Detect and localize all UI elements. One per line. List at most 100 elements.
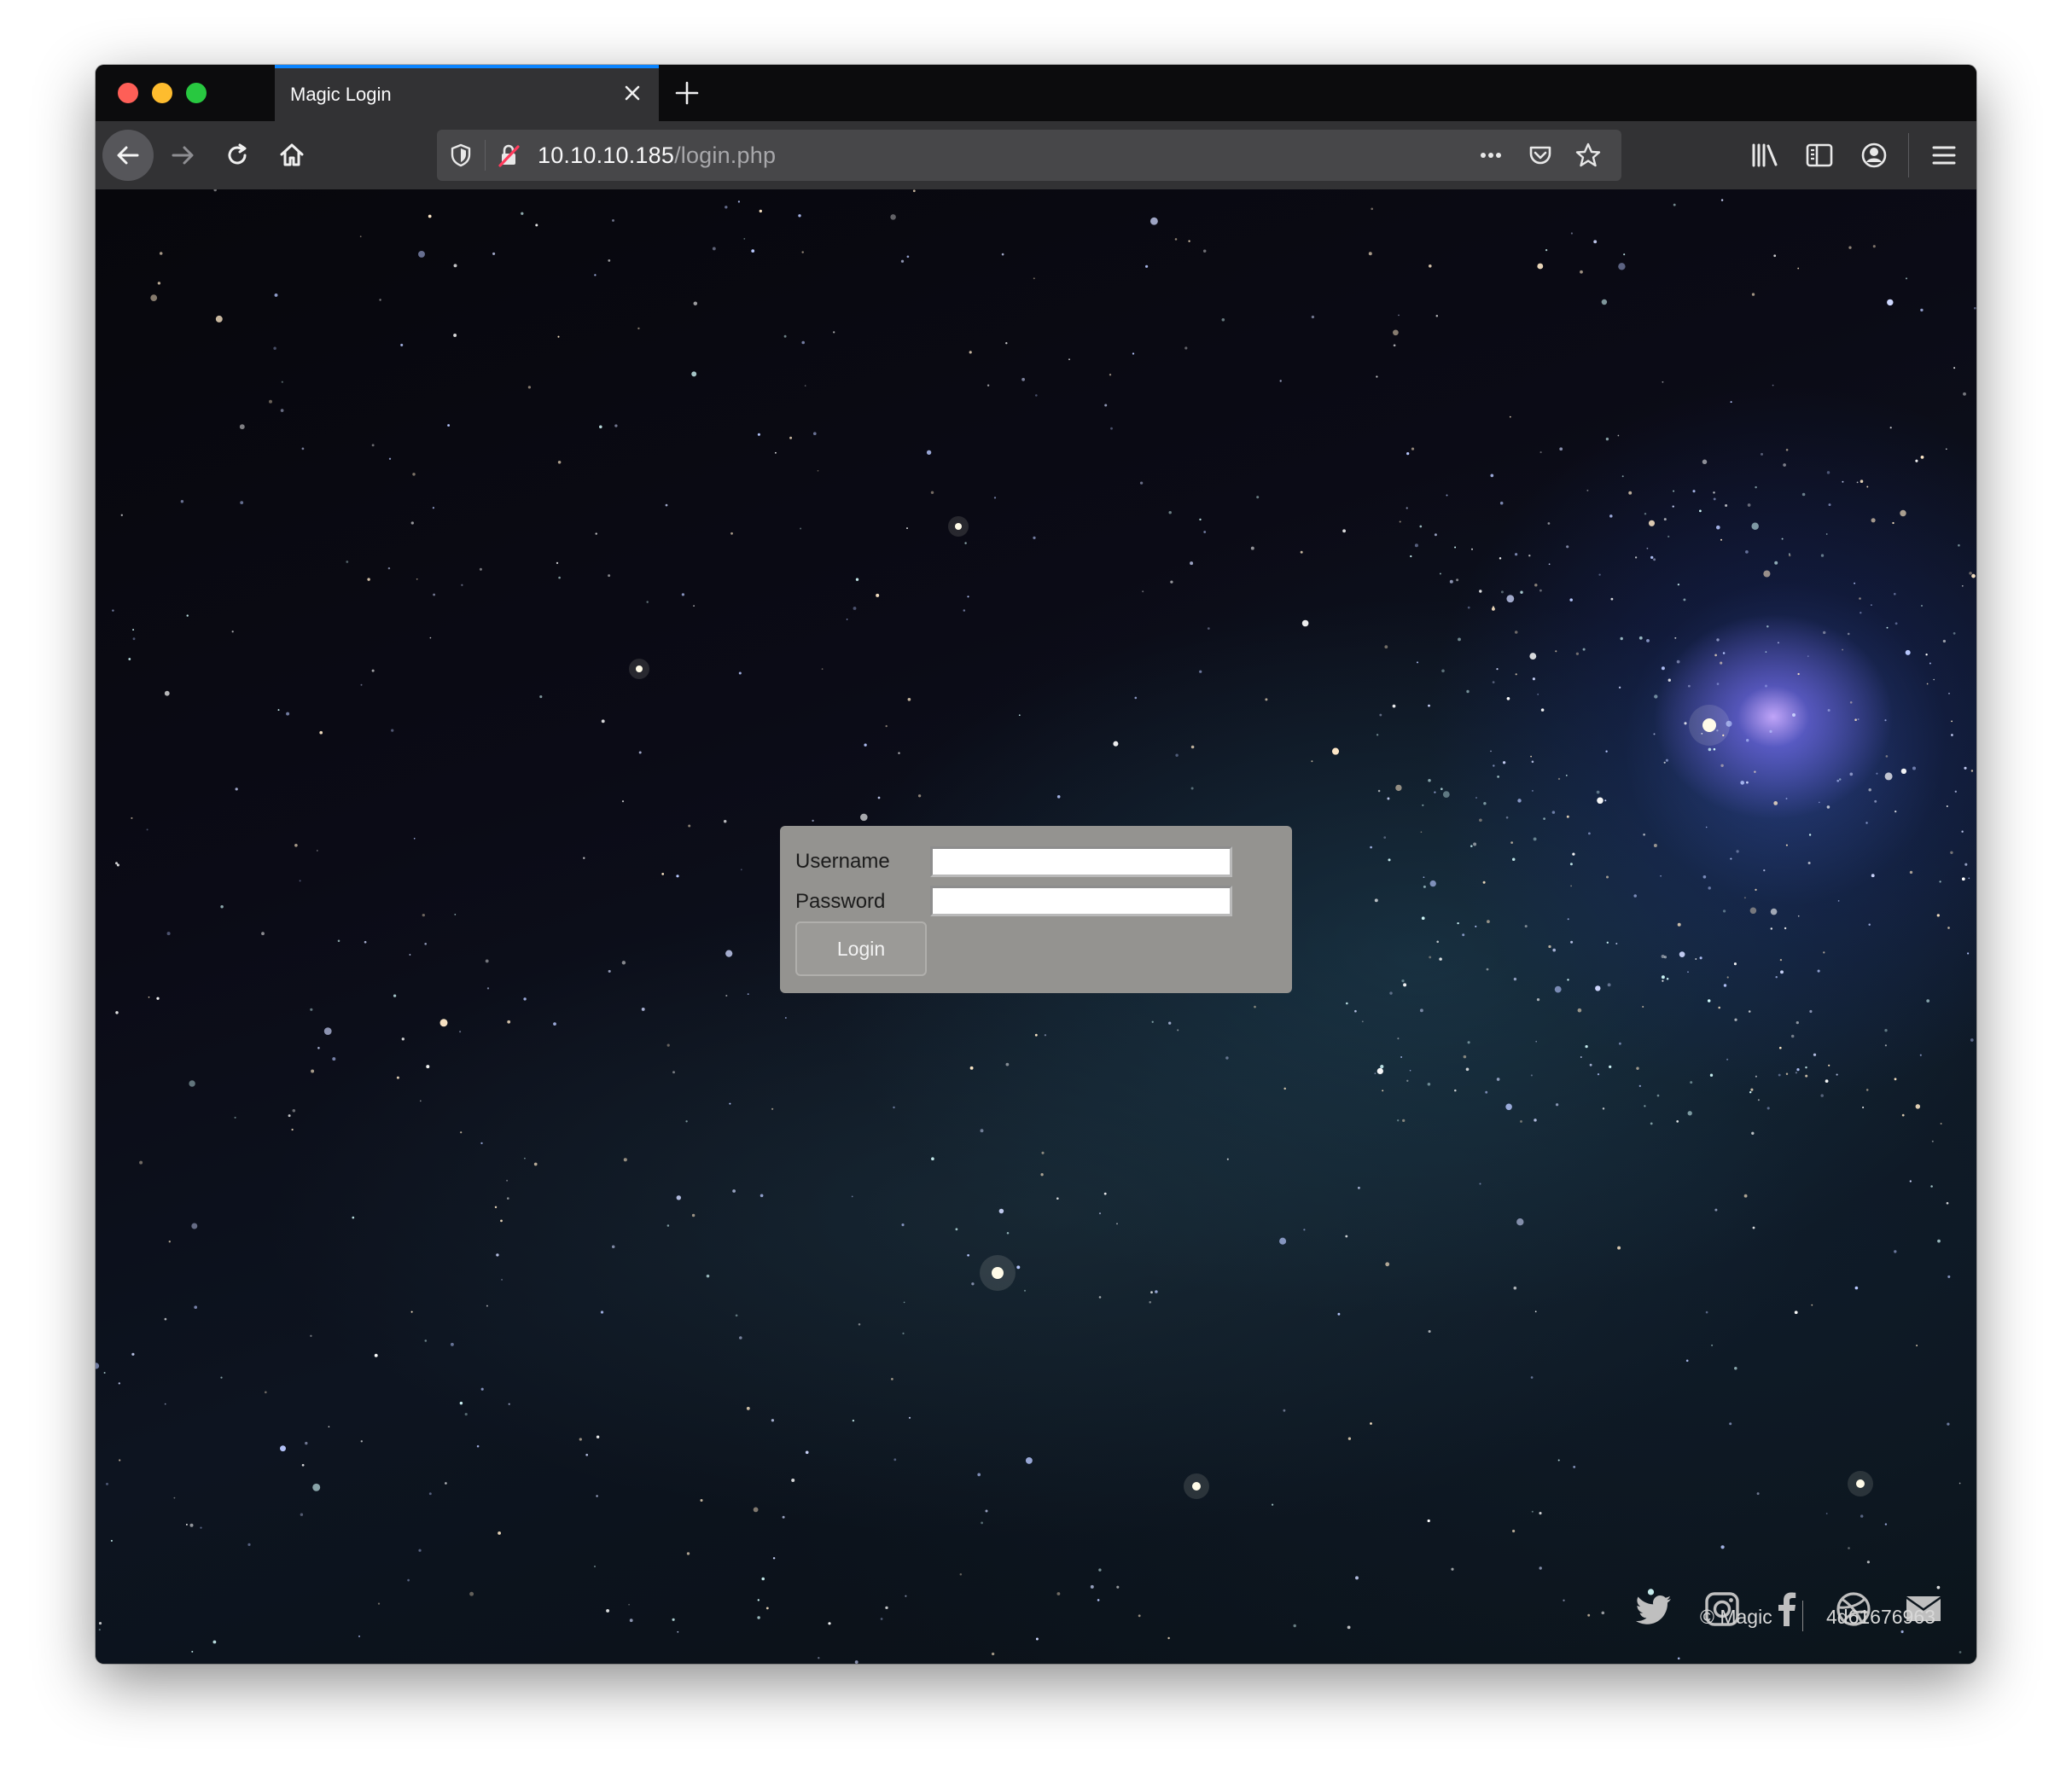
star bbox=[1973, 306, 1976, 310]
star bbox=[1473, 842, 1477, 846]
star bbox=[1500, 590, 1504, 594]
star bbox=[1597, 1073, 1600, 1076]
star bbox=[1021, 377, 1026, 381]
star bbox=[1765, 651, 1767, 653]
star bbox=[601, 719, 605, 724]
star bbox=[1884, 719, 1887, 722]
more-actions-icon[interactable] bbox=[1476, 142, 1505, 169]
star bbox=[985, 1509, 988, 1513]
star bbox=[1794, 1311, 1798, 1315]
forward-button[interactable] bbox=[157, 130, 208, 181]
star bbox=[912, 189, 916, 193]
star bbox=[1628, 491, 1633, 495]
hamburger-menu-icon[interactable] bbox=[1929, 140, 1959, 171]
account-icon[interactable] bbox=[1859, 140, 1889, 171]
library-icon[interactable] bbox=[1749, 140, 1780, 171]
star bbox=[1733, 962, 1737, 966]
star bbox=[812, 819, 814, 822]
facebook-icon[interactable] bbox=[1766, 1589, 1807, 1630]
star bbox=[453, 264, 457, 268]
star bbox=[1570, 232, 1573, 235]
home-button[interactable] bbox=[266, 130, 317, 181]
zoom-window-button[interactable] bbox=[186, 83, 207, 103]
star bbox=[1132, 352, 1135, 355]
star bbox=[1033, 536, 1036, 539]
star bbox=[1442, 791, 1450, 798]
star bbox=[358, 1635, 361, 1637]
star bbox=[1168, 1021, 1172, 1025]
star bbox=[1256, 496, 1260, 499]
star bbox=[1892, 521, 1894, 525]
shield-icon[interactable] bbox=[447, 142, 474, 169]
star bbox=[1167, 1636, 1170, 1640]
close-icon[interactable] bbox=[620, 80, 645, 106]
url-path: /login.php bbox=[674, 142, 777, 168]
star bbox=[1397, 1119, 1400, 1122]
star bbox=[1860, 612, 1862, 614]
insecure-lock-icon[interactable] bbox=[495, 142, 522, 169]
star bbox=[1837, 900, 1840, 902]
star bbox=[1699, 956, 1702, 960]
star bbox=[905, 1595, 907, 1597]
star bbox=[747, 993, 749, 996]
star bbox=[1539, 1512, 1542, 1515]
close-window-button[interactable] bbox=[118, 83, 138, 103]
star bbox=[1421, 916, 1425, 921]
star bbox=[1751, 293, 1755, 296]
star bbox=[1434, 791, 1436, 793]
star bbox=[1532, 677, 1535, 681]
star bbox=[1490, 750, 1492, 753]
pocket-icon[interactable] bbox=[1526, 142, 1555, 169]
star bbox=[148, 996, 150, 998]
star bbox=[1604, 799, 1607, 802]
star bbox=[120, 514, 123, 516]
twitter-icon[interactable] bbox=[1633, 1589, 1674, 1630]
star bbox=[500, 1219, 503, 1223]
star bbox=[1713, 747, 1716, 751]
minimize-window-button[interactable] bbox=[152, 83, 172, 103]
bookmark-star-icon[interactable] bbox=[1574, 142, 1603, 169]
star bbox=[876, 593, 880, 597]
star bbox=[1755, 1075, 1757, 1078]
star bbox=[1511, 857, 1516, 862]
star bbox=[1770, 927, 1773, 930]
password-input[interactable] bbox=[930, 886, 1232, 916]
login-button[interactable]: Login bbox=[795, 921, 927, 976]
tab-magic-login[interactable]: Magic Login bbox=[275, 65, 659, 121]
star bbox=[1784, 927, 1787, 930]
footer-copyright: © Magic bbox=[1700, 1606, 1772, 1628]
star bbox=[804, 385, 806, 386]
star bbox=[753, 1507, 759, 1513]
star bbox=[494, 1206, 498, 1209]
star bbox=[1199, 670, 1202, 673]
tab-title: Magic Login bbox=[290, 84, 392, 105]
star bbox=[1399, 520, 1401, 523]
star bbox=[1953, 367, 1956, 369]
star bbox=[765, 1607, 769, 1610]
star bbox=[646, 601, 649, 603]
star bbox=[479, 567, 482, 571]
star bbox=[1942, 639, 1947, 643]
sidebar-icon[interactable] bbox=[1804, 140, 1835, 171]
star bbox=[1491, 607, 1495, 611]
star bbox=[156, 997, 160, 1000]
star bbox=[1790, 1034, 1795, 1038]
star bbox=[1485, 1090, 1488, 1094]
star bbox=[507, 1020, 511, 1024]
star bbox=[743, 238, 746, 240]
star bbox=[1434, 533, 1437, 537]
star bbox=[1569, 598, 1573, 602]
url-bar[interactable]: 10.10.10.185/login.php bbox=[437, 130, 1621, 181]
star bbox=[1534, 1119, 1537, 1122]
reload-button[interactable] bbox=[212, 130, 263, 181]
back-button[interactable] bbox=[102, 130, 154, 181]
star bbox=[299, 880, 301, 882]
new-tab-plus-icon[interactable] bbox=[672, 78, 701, 108]
star bbox=[185, 1523, 188, 1526]
star bbox=[1573, 1466, 1576, 1468]
star bbox=[771, 1107, 774, 1110]
username-input[interactable] bbox=[930, 846, 1232, 877]
star bbox=[1465, 1067, 1470, 1072]
star bbox=[1718, 1006, 1720, 1009]
star bbox=[166, 932, 171, 936]
